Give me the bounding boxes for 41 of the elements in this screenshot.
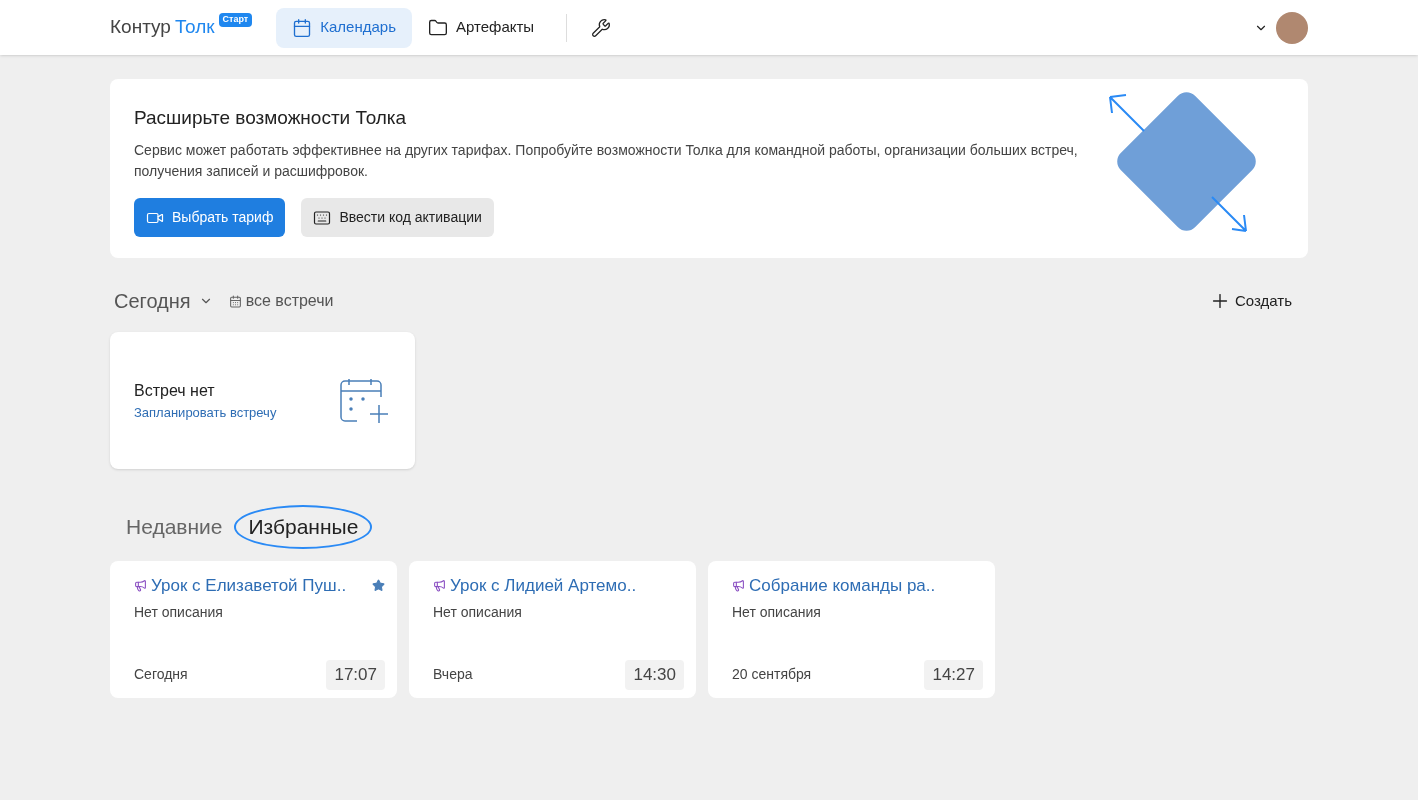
all-meetings-link[interactable]: все встречи	[245, 289, 334, 313]
avatar[interactable]	[1276, 11, 1308, 44]
choose-plan-button[interactable]: Выбрать тариф	[134, 198, 286, 238]
meeting-title: Урок с Елизаветой Пуш..	[151, 574, 347, 597]
meeting-date: Сегодня	[134, 665, 189, 685]
period-selector[interactable]: Сегодня	[114, 286, 191, 316]
keyboard-icon	[313, 208, 332, 227]
megaphone-icon	[134, 578, 147, 592]
meeting-date: Вчера	[433, 665, 474, 685]
nav-tab[interactable]: Артефакты	[412, 7, 551, 48]
meeting-description: Нет описания	[433, 603, 523, 622]
wrench-icon	[591, 17, 612, 38]
promo-title: Расширьте возможности Толка	[134, 105, 408, 130]
logo-brand: Контур	[110, 15, 171, 40]
meeting-time: 14:27	[924, 660, 983, 690]
list-tab[interactable]: Недавние	[114, 507, 235, 547]
calendar-icon	[292, 17, 313, 38]
promo-text: Сервис может работать эффективнее на других тарифах. Попробуйте возможности Толка для командной работы, организации больших встреч, получения записей и расшифровок.	[134, 141, 1079, 182]
list-tab[interactable]: Избранные	[234, 505, 373, 549]
meeting-time: 14:30	[625, 660, 684, 690]
megaphone-icon	[732, 578, 745, 592]
meeting-title: Собрание команды ра..	[749, 574, 936, 597]
plan-badge: Старт	[218, 13, 253, 27]
calendar-add-icon	[339, 376, 391, 425]
create-button[interactable]: Создать	[1209, 289, 1292, 313]
activation-code-button[interactable]: Ввести код активации	[301, 198, 494, 238]
meeting-title: Урок с Лидией Артемо..	[450, 574, 637, 597]
megaphone-icon	[433, 578, 446, 592]
meeting-card[interactable]: Урок с Лидией Артемо.. Нет описания Вчера 14:30	[409, 560, 696, 698]
calendar-icon	[228, 294, 242, 308]
logo-product: Толк	[174, 15, 215, 40]
folder-icon	[428, 17, 448, 38]
nav-tab[interactable]: Календарь	[276, 7, 412, 48]
schedule-link[interactable]: Запланировать встречу	[134, 402, 339, 423]
empty-title: Встреч нет	[134, 380, 216, 401]
meeting-time: 17:07	[326, 660, 385, 690]
meeting-date: 20 сентября	[732, 665, 813, 685]
meeting-card[interactable]: Урок с Елизаветой Пуш.. Нет описания Сегодня 17:07	[110, 560, 397, 698]
meeting-card[interactable]: Собрание команды ра.. Нет описания 20 сентября 14:27	[708, 560, 995, 698]
meeting-description: Нет описания	[134, 603, 224, 622]
meeting-description: Нет описания	[732, 603, 822, 622]
